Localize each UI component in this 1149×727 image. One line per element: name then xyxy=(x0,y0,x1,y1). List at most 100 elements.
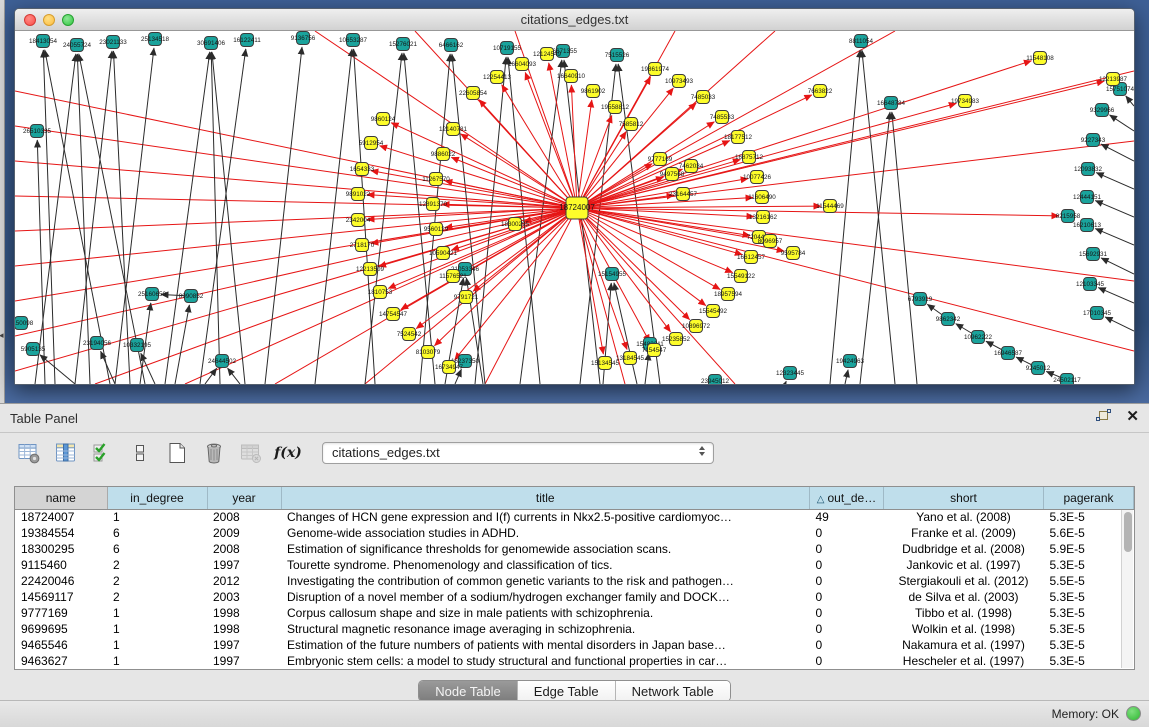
import-table-icon[interactable] xyxy=(238,440,264,466)
cell-in_degree[interactable]: 2 xyxy=(107,557,207,573)
graph-edge[interactable] xyxy=(141,353,155,384)
graph-node[interactable]: 30691406 xyxy=(197,37,226,50)
cell-year[interactable]: 2012 xyxy=(207,573,281,589)
graph-node[interactable]: 19861974 xyxy=(641,63,670,76)
graph-node[interactable]: 19558812 xyxy=(601,101,630,114)
cell-out_degree[interactable]: 0 xyxy=(810,525,884,541)
graph-edge[interactable] xyxy=(1098,288,1134,303)
tab-edge-table[interactable]: Edge Table xyxy=(518,681,616,701)
table-row[interactable]: 1456911722003Disruption of a novel membe… xyxy=(15,589,1134,605)
cell-name[interactable]: 18724007 xyxy=(15,509,107,525)
graph-node[interactable]: 15276021 xyxy=(389,38,418,51)
graph-node[interactable]: 8215958 xyxy=(1056,210,1081,223)
graph-edge[interactable] xyxy=(175,305,189,384)
graph-node[interactable]: 9862342 xyxy=(936,313,961,326)
graph-edge[interactable] xyxy=(571,85,577,208)
graph-node[interactable]: 11267570 xyxy=(422,173,450,186)
graph-node[interactable]: 10896972 xyxy=(682,320,711,333)
graph-node[interactable]: 16640910 xyxy=(557,70,586,83)
cell-in_degree[interactable]: 1 xyxy=(107,653,207,669)
graph-edge[interactable] xyxy=(165,52,210,384)
graph-edge[interactable] xyxy=(45,50,110,384)
table-row[interactable]: 1938455462009Genome-wide association stu… xyxy=(15,525,1134,541)
cell-name[interactable]: 9463627 xyxy=(15,653,107,669)
graph-edge[interactable] xyxy=(577,208,671,332)
new-file-icon[interactable] xyxy=(164,440,190,466)
cell-out_degree[interactable]: 0 xyxy=(810,621,884,637)
tab-network-table[interactable]: Network Table xyxy=(616,681,730,701)
cell-year[interactable]: 2003 xyxy=(207,589,281,605)
graph-node[interactable]: 23164457 xyxy=(669,188,698,201)
graph-node[interactable]: 7515526 xyxy=(605,49,630,62)
column-header-pagerank[interactable]: pagerank xyxy=(1044,487,1134,509)
row-check-icon[interactable] xyxy=(90,440,116,466)
delete-icon[interactable] xyxy=(201,440,227,466)
cell-out_degree[interactable]: 0 xyxy=(810,605,884,621)
graph-edge[interactable] xyxy=(1095,229,1134,245)
cell-out_degree[interactable]: 0 xyxy=(810,589,884,605)
cell-short[interactable]: Dudbridge et al. (2008) xyxy=(884,541,1044,557)
graph-node[interactable]: 24055724 xyxy=(63,39,92,52)
function-builder-icon[interactable]: f(x) xyxy=(275,440,301,466)
column-header-out-de-[interactable]: △out_de… xyxy=(810,487,884,509)
graph-edge[interactable] xyxy=(1105,317,1134,331)
graph-node[interactable]: 25160650 xyxy=(138,288,167,301)
graph-node[interactable]: 12254413 xyxy=(483,71,512,84)
table-row[interactable]: 1872400712008Changes of HCN gene express… xyxy=(15,509,1134,525)
graph-node[interactable]: 26510335 xyxy=(23,125,52,138)
cell-out_degree[interactable]: 0 xyxy=(810,541,884,557)
cell-title[interactable]: Genome-wide association studies in ADHD. xyxy=(281,525,810,541)
float-window-icon[interactable] xyxy=(1096,409,1112,425)
graph-edge[interactable] xyxy=(212,52,245,384)
column-header-year[interactable]: year xyxy=(207,487,281,509)
column-header-title[interactable]: title xyxy=(281,487,810,509)
graph-node[interactable]: 22605854 xyxy=(459,87,488,100)
column-visibility-icon[interactable] xyxy=(53,440,79,466)
cell-title[interactable]: Changes of HCN gene expression and I(f) … xyxy=(281,509,810,525)
cell-out_degree[interactable]: 0 xyxy=(810,573,884,589)
graph-node[interactable]: 10653287 xyxy=(339,34,368,47)
graph-node[interactable]: 12323445 xyxy=(776,367,805,380)
cell-name[interactable]: 9699695 xyxy=(15,621,107,637)
graph-node[interactable]: 10590421 xyxy=(429,247,458,260)
table-row[interactable]: 977716911998Corpus callosum shape and si… xyxy=(15,605,1134,621)
graph-node[interactable]: 13216162 xyxy=(749,211,778,224)
cell-name[interactable]: 14569117 xyxy=(15,589,107,605)
graph-node[interactable]: 10077426 xyxy=(743,171,772,184)
tab-node-table[interactable]: Node Table xyxy=(419,681,518,701)
cell-title[interactable]: Disruption of a novel member of a sodium… xyxy=(281,589,810,605)
graph-node[interactable]: 15545492 xyxy=(699,305,728,318)
network-canvas[interactable]: 1841305424055724230211332513451830691406… xyxy=(15,31,1134,384)
scrollbar-thumb[interactable] xyxy=(1124,512,1132,552)
graph-edge[interactable] xyxy=(502,85,577,208)
cell-short[interactable]: Jankovic et al. (1997) xyxy=(884,557,1044,573)
graph-node[interactable]: 8990852 xyxy=(179,290,204,303)
graph-node[interactable]: 25134518 xyxy=(141,33,170,46)
graph-node[interactable]: 2718170 xyxy=(350,239,375,252)
cell-name[interactable]: 19384554 xyxy=(15,525,107,541)
cell-short[interactable]: Hescheler et al. (1997) xyxy=(884,653,1044,669)
cell-short[interactable]: Wolkin et al. (1998) xyxy=(884,621,1044,637)
graph-edge[interactable] xyxy=(95,208,577,384)
cell-in_degree[interactable]: 2 xyxy=(107,589,207,605)
cell-pagerank[interactable]: 5.6E-5 xyxy=(1044,525,1134,541)
graph-node[interactable]: 1654333 xyxy=(350,163,375,176)
graph-edge[interactable] xyxy=(205,368,217,384)
graph-edge[interactable] xyxy=(577,208,1134,351)
cell-title[interactable]: Tourette syndrome. Phenomenology and cla… xyxy=(281,557,810,573)
cell-title[interactable]: Corpus callosum shape and size in male p… xyxy=(281,605,810,621)
cell-name[interactable]: 22420046 xyxy=(15,573,107,589)
cell-out_degree[interactable]: 0 xyxy=(810,637,884,653)
table-selector-dropdown[interactable]: citations_edges.txt xyxy=(322,442,714,464)
cell-name[interactable]: 9465546 xyxy=(15,637,107,653)
collapse-left-panel-arrow[interactable]: ◂ xyxy=(0,330,4,341)
graph-edge[interactable] xyxy=(645,353,649,384)
table-row[interactable]: 969969511998Structural magnetic resonanc… xyxy=(15,621,1134,637)
cell-pagerank[interactable]: 5.3E-5 xyxy=(1044,621,1134,637)
cell-pagerank[interactable]: 5.3E-5 xyxy=(1044,637,1134,653)
window-titlebar[interactable]: citations_edges.txt xyxy=(15,9,1134,31)
cell-out_degree[interactable]: 49 xyxy=(810,509,884,525)
graph-node[interactable]: 11606490 xyxy=(748,191,776,204)
cell-in_degree[interactable]: 1 xyxy=(107,509,207,525)
cell-year[interactable]: 1997 xyxy=(207,637,281,653)
